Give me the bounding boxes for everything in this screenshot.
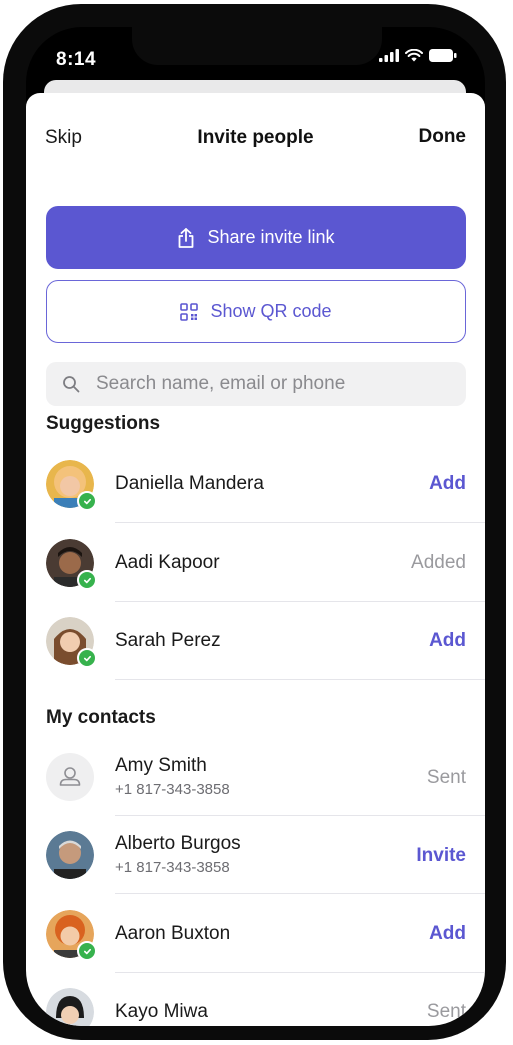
avatar (46, 831, 94, 879)
avatar (46, 617, 97, 668)
contact-name: Kayo Miwa (115, 1001, 208, 1022)
share-invite-link-button[interactable]: Share invite link (46, 206, 466, 269)
verified-check-icon (77, 941, 97, 961)
add-button[interactable]: Add (429, 630, 466, 652)
search-input[interactable] (94, 372, 438, 396)
sent-status: Sent (426, 1001, 466, 1022)
contact-name: Aadi Kapoor (115, 552, 220, 573)
page-title: Invite people (197, 127, 314, 148)
add-button[interactable]: Add (429, 473, 466, 495)
verified-check-icon (77, 491, 97, 511)
avatar (46, 460, 97, 511)
avatar (46, 539, 97, 590)
suggestion-row: Daniella Mandera Add (26, 445, 485, 523)
nav-bar: Skip Invite people Done (26, 93, 485, 179)
contact-name: Amy Smith (115, 755, 207, 776)
verified-check-icon (77, 648, 97, 668)
my-contacts-header: My contacts (46, 707, 156, 728)
contact-row: Alberto Burgos +1 817-343-3858 Invite (26, 816, 485, 894)
invite-button[interactable]: Invite (416, 845, 466, 867)
done-button[interactable]: Done (419, 126, 467, 148)
contact-row: Aaron Buxton Add (26, 895, 485, 973)
phone-frame: 8:14 Skip Invite people Done Share invit… (3, 4, 506, 1040)
avatar (46, 910, 97, 961)
battery-icon (429, 49, 457, 62)
avatar (46, 753, 94, 801)
add-button[interactable]: Add (429, 923, 466, 945)
share-invite-link-label: Share invite link (207, 227, 335, 247)
avatar (46, 988, 94, 1026)
divider (115, 893, 485, 894)
contact-name: Daniella Mandera (115, 473, 264, 494)
contact-row: Kayo Miwa Sent (26, 973, 485, 1026)
sent-status: Sent (426, 767, 466, 788)
signal-icon (379, 49, 399, 62)
suggestion-row: Aadi Kapoor Added (26, 524, 485, 602)
wifi-icon (405, 49, 423, 62)
screen: 8:14 Skip Invite people Done Share invit… (26, 27, 485, 1026)
contact-phone: +1 817-343-3858 (115, 859, 230, 876)
divider (115, 679, 485, 680)
suggestions-header: Suggestions (46, 413, 161, 434)
status-icons (379, 49, 457, 62)
contact-phone: +1 817-343-3858 (115, 781, 230, 798)
notch (132, 27, 382, 65)
contact-name: Sarah Perez (115, 630, 221, 651)
share-icon (179, 227, 194, 248)
show-qr-code-label: Show QR code (210, 301, 332, 321)
contact-row: Amy Smith +1 817-343-3858 Sent (26, 738, 485, 816)
status-time: 8:14 (56, 49, 97, 70)
contact-name: Alberto Burgos (115, 833, 241, 854)
divider (115, 522, 485, 523)
verified-check-icon (77, 570, 97, 590)
avatar-photo (46, 831, 94, 879)
suggestion-row: Sarah Perez Add (26, 602, 485, 680)
search-bar (46, 362, 466, 406)
contact-name: Aaron Buxton (115, 923, 231, 944)
avatar-photo (46, 988, 94, 1026)
invite-sheet: Skip Invite people Done Share invite lin… (26, 93, 485, 1026)
person-placeholder-icon (46, 753, 94, 801)
search-icon (63, 376, 80, 393)
show-qr-code-button[interactable]: Show QR code (46, 280, 466, 343)
qr-code-icon (180, 302, 199, 321)
added-status: Added (411, 552, 466, 573)
